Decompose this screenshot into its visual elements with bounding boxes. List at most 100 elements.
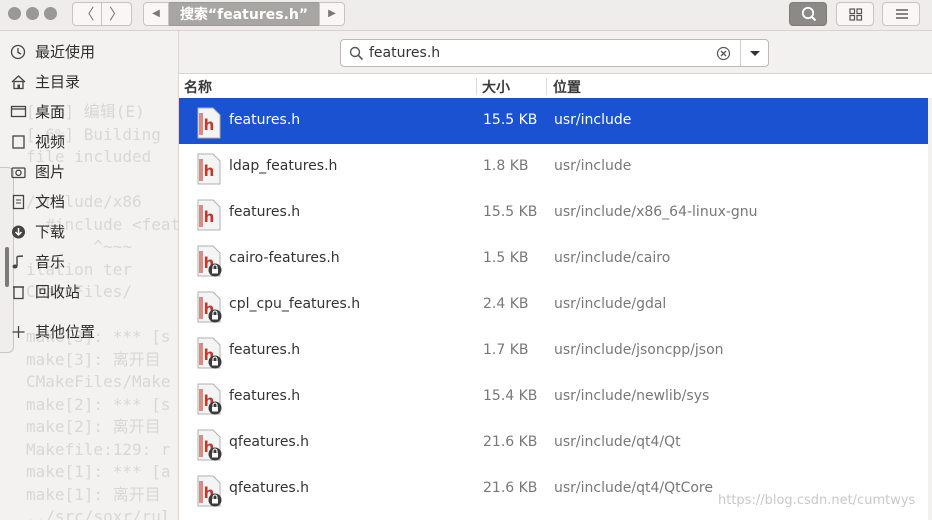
- file-row[interactable]: h cairo-features.h 1.5 KB usr/include/cairo: [179, 236, 928, 282]
- sidebar-item-downloads[interactable]: 下载: [0, 217, 178, 247]
- sidebar-item-documents[interactable]: 文档: [0, 187, 178, 217]
- sidebar: [ %] 编辑(E) [ 6%] Building file included …: [0, 31, 179, 520]
- breadcrumb-scroll-left-button[interactable]: ◀: [143, 2, 169, 26]
- file-row[interactable]: h features.h 15.5 KB usr/include/x86_64-lin…: [179, 190, 928, 236]
- file-name: features.h: [229, 342, 301, 358]
- file-row[interactable]: h cpl_cpu_features.h 2.4 KB usr/include/gda…: [179, 282, 928, 328]
- file-location: usr/include/gdal: [554, 296, 667, 312]
- search-bar: [179, 31, 932, 74]
- chevron-left-icon: 〈: [79, 5, 95, 23]
- column-header-name[interactable]: 名称: [184, 77, 212, 97]
- window-maximize-button[interactable]: [44, 7, 57, 20]
- sidebar-item-label: 文档: [35, 193, 66, 211]
- file-size: 1.5 KB: [483, 250, 529, 266]
- file-name: cpl_cpu_features.h: [229, 296, 361, 312]
- column-headers: 名称 大小 位置: [179, 74, 932, 99]
- triangle-right-icon: ▶: [328, 8, 336, 19]
- hamburger-menu-icon: [896, 9, 908, 19]
- back-button[interactable]: 〈: [72, 2, 102, 26]
- svg-text:h: h: [204, 162, 215, 180]
- header-bar: 〈 〉 ◀ 搜索“features.h” ▶: [0, 0, 932, 31]
- camera-icon: [11, 167, 26, 179]
- window-minimize-button[interactable]: [26, 7, 39, 20]
- column-separator[interactable]: [546, 78, 547, 95]
- file-name: qfeatures.h: [229, 480, 310, 496]
- sidebar-item-desktop[interactable]: 桌面: [0, 97, 178, 127]
- file-name: features.h: [229, 204, 301, 220]
- file-list-scrollbar[interactable]: [928, 98, 932, 520]
- file-location: usr/include/x86_64-linux-gnu: [554, 204, 758, 220]
- sidebar-item-trash[interactable]: 回收站: [0, 277, 178, 307]
- search-icon: [349, 46, 364, 61]
- sidebar-item-videos[interactable]: 视频: [0, 127, 178, 157]
- search-toggle-button[interactable]: [789, 2, 827, 26]
- sidebar-item-label: 下载: [35, 223, 66, 241]
- sidebar-item-label: 图片: [35, 163, 66, 181]
- sidebar-item-label: 桌面: [35, 103, 66, 121]
- file-size: 21.6 KB: [483, 480, 538, 496]
- file-location: usr/include: [554, 158, 632, 174]
- file-location: usr/include/qt4/QtCore: [554, 480, 713, 496]
- file-size: 1.8 KB: [483, 158, 529, 174]
- file-row[interactable]: h features.h 15.5 KB usr/include: [179, 98, 928, 144]
- sidebar-item-label: 其他位置: [35, 323, 96, 341]
- file-name: features.h: [229, 388, 301, 404]
- breadcrumb-scroll-right-button[interactable]: ▶: [319, 2, 345, 26]
- search-input[interactable]: [369, 43, 709, 63]
- file-size: 21.6 KB: [483, 434, 538, 450]
- c-header-file-icon: h: [197, 153, 221, 185]
- sidebar-item-label: 最近使用: [35, 43, 96, 61]
- watermark-text: https://blog.csdn.net/cumtwys: [718, 493, 916, 508]
- trash-icon: [13, 286, 24, 300]
- music-icon: [12, 255, 24, 269]
- sidebar-item-label: 回收站: [35, 283, 81, 301]
- c-header-file-icon: h: [197, 199, 221, 231]
- clear-search-icon[interactable]: [716, 46, 731, 61]
- file-name: cairo-features.h: [229, 250, 340, 266]
- file-row[interactable]: h qfeatures.h 21.6 KB usr/include/qt4/Qt: [179, 420, 928, 466]
- chevron-right-icon: 〉: [108, 5, 124, 23]
- forward-button[interactable]: 〉: [102, 2, 132, 26]
- search-options-dropdown-button[interactable]: [740, 40, 769, 66]
- file-size: 15.5 KB: [483, 204, 538, 220]
- c-header-file-icon: h: [197, 245, 222, 277]
- home-icon: [11, 75, 26, 90]
- file-row[interactable]: h features.h 1.7 KB usr/include/jsoncpp/jso…: [179, 328, 928, 374]
- search-icon: [801, 6, 817, 22]
- breadcrumb-search-title[interactable]: 搜索“features.h”: [169, 2, 319, 26]
- file-row[interactable]: h ldap_features.h 1.8 KB usr/include: [179, 144, 928, 190]
- c-header-file-icon: h: [197, 337, 222, 369]
- column-header-size[interactable]: 大小: [482, 77, 510, 97]
- sidebar-item-pictures[interactable]: 图片: [0, 157, 178, 187]
- sidebar-item-label: 视频: [35, 133, 66, 151]
- window-close-button[interactable]: [8, 7, 21, 20]
- sidebar-item-label: 主目录: [35, 73, 81, 91]
- file-row[interactable]: h features.h 15.4 KB usr/include/newlib/sys: [179, 374, 928, 420]
- view-toggle-button[interactable]: [836, 2, 874, 26]
- sidebar-item-recent[interactable]: 最近使用: [0, 37, 178, 67]
- triangle-down-icon: [750, 51, 760, 56]
- svg-text:h: h: [204, 208, 215, 226]
- document-icon: [12, 194, 25, 210]
- file-location: usr/include/cairo: [554, 250, 671, 266]
- triangle-left-icon: ◀: [152, 8, 160, 19]
- sidebar-item-home[interactable]: 主目录: [0, 67, 178, 97]
- c-header-file-icon: h: [197, 475, 222, 507]
- desktop-icon: [10, 105, 27, 118]
- grid-icon: [849, 8, 863, 21]
- menu-button[interactable]: [882, 2, 920, 26]
- file-name: ldap_features.h: [229, 158, 338, 174]
- plus-icon: [12, 326, 25, 338]
- c-header-file-icon: h: [197, 107, 221, 139]
- sidebar-item-music[interactable]: 音乐: [0, 247, 178, 277]
- c-header-file-icon: h: [197, 429, 222, 461]
- column-separator[interactable]: [476, 78, 477, 95]
- file-size: 15.5 KB: [483, 112, 538, 128]
- file-size: 15.4 KB: [483, 388, 538, 404]
- content-pane: 名称 大小 位置 hfeatures.h15.5 KBusr/includehl…: [179, 31, 932, 520]
- column-header-location[interactable]: 位置: [553, 77, 581, 97]
- c-header-file-icon: h: [197, 383, 222, 415]
- svg-text:h: h: [204, 116, 215, 134]
- sidebar-item-other-locations[interactable]: 其他位置: [0, 317, 178, 347]
- download-icon: [12, 225, 25, 239]
